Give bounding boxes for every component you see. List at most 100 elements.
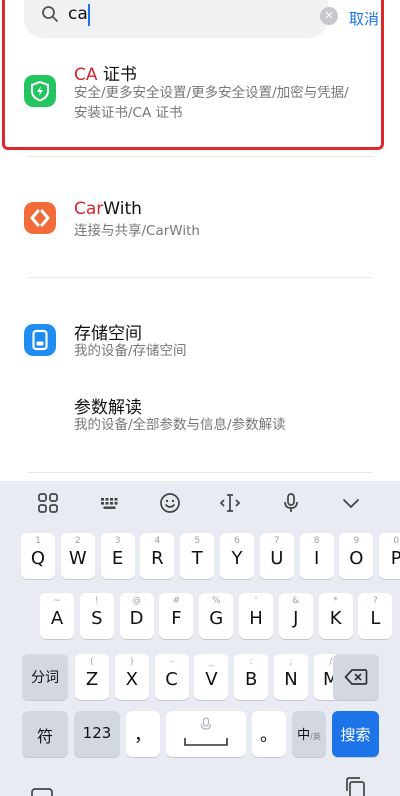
result-path: 我的设备/全部参数与信息/参数解读 <box>74 417 286 433</box>
key-t[interactable]: 5T <box>180 533 215 579</box>
key-label: K <box>329 608 342 629</box>
backspace-icon <box>344 669 368 685</box>
result-item-carwith[interactable]: CarWith 连接与共享/CarWith <box>0 196 400 246</box>
number-key[interactable]: 123 <box>74 711 120 757</box>
shield-bolt-icon <box>24 75 56 107</box>
key-y[interactable]: 6Y <box>220 533 254 579</box>
result-path: 连接与共享/CarWith <box>74 223 200 239</box>
key-hint: 9 <box>353 536 360 546</box>
key-hint: % <box>211 596 221 606</box>
key-w[interactable]: 2W <box>60 533 95 579</box>
key-r[interactable]: 4R <box>140 533 175 579</box>
key-hint: & <box>292 596 300 606</box>
key-z[interactable]: (Z <box>75 654 109 700</box>
key-label: G <box>209 608 224 629</box>
key-label: W <box>68 548 87 569</box>
key-c[interactable]: -C <box>154 654 189 700</box>
key-o[interactable]: 9O <box>339 533 374 579</box>
key-hint: 5 <box>194 536 201 546</box>
key-s[interactable]: ! S <box>79 593 114 639</box>
language-switch-key[interactable]: 中/英 <box>292 711 326 757</box>
backspace-key[interactable] <box>333 654 379 700</box>
key-hint: * <box>333 596 338 606</box>
key-label: Z <box>85 669 99 690</box>
divider <box>28 156 372 157</box>
storage-icon <box>24 324 56 356</box>
key-u[interactable]: 7U <box>259 533 294 579</box>
key-hint: ? <box>373 596 378 606</box>
key-hint: 4 <box>154 536 161 546</box>
result-title: CA 证书 <box>74 65 137 85</box>
key-hint: # <box>172 596 181 606</box>
grid-icon[interactable] <box>36 491 60 515</box>
key-hint: 8 <box>313 536 320 546</box>
key-hint: : <box>249 657 253 667</box>
key-h[interactable]: ' H <box>239 593 273 639</box>
key-x[interactable]: ) X <box>114 654 149 700</box>
key-a[interactable]: ~ A <box>40 593 74 639</box>
key-d[interactable]: @ D <box>119 593 154 639</box>
divider <box>28 472 372 473</box>
space-key[interactable] <box>166 711 246 757</box>
key-f[interactable]: # F <box>159 593 194 639</box>
key-k[interactable]: * K <box>318 593 353 639</box>
comma-key[interactable]: ， <box>126 711 160 757</box>
keyboard-icon[interactable] <box>98 491 122 515</box>
key-hint: ( <box>90 657 94 667</box>
emoji-icon[interactable] <box>158 491 182 515</box>
key-hint: 7 <box>273 536 280 546</box>
microphone-icon <box>200 717 212 730</box>
key-label: E <box>111 548 124 569</box>
key-hint: ' <box>254 596 258 606</box>
handle-icon <box>31 788 53 796</box>
result-path: 我的设备/存储空间 <box>74 343 187 359</box>
result-item-storage[interactable]: 存储空间 我的设备/存储空间 <box>0 316 400 366</box>
key-label: O <box>349 548 364 569</box>
key-j[interactable]: & J <box>278 593 313 639</box>
key-label: C <box>165 669 178 690</box>
key-hint: ! <box>94 596 99 606</box>
key-label: X <box>125 669 138 690</box>
symbol-key[interactable]: 符 <box>22 711 68 757</box>
key-hint: @ <box>132 596 142 606</box>
key-i[interactable]: 8I <box>299 533 334 579</box>
key-label: R <box>151 548 164 569</box>
result-title: CarWith <box>74 199 142 219</box>
key-label: V <box>205 669 218 690</box>
key-label: L <box>370 608 381 629</box>
key-label: Y <box>231 548 243 569</box>
key-label: H <box>249 608 263 629</box>
key-label: T <box>191 548 203 569</box>
key-label: I <box>313 548 320 569</box>
key-hint: _ <box>209 657 214 667</box>
key-l[interactable]: ? L <box>358 593 393 639</box>
soft-keyboard: 1Q2W3E4R5T6Y7U8I9O0P ~ A! S @ D # F% G ' H & J * K? L … <box>0 481 400 796</box>
key-e[interactable]: 3E <box>100 533 135 579</box>
divider <box>28 277 372 278</box>
result-item-ca-cert[interactable]: CA 证书 安全/更多安全设置/更多安全设置/加密与凭据/ 安装证书/CA 证书 <box>0 58 400 138</box>
key-hint: 2 <box>74 536 81 546</box>
key-p[interactable]: 0P <box>379 533 400 579</box>
segment-key[interactable]: 分词 <box>22 654 68 700</box>
key-label: P <box>390 548 400 569</box>
key-b[interactable]: :B <box>234 654 269 700</box>
key-hint: 3 <box>114 536 121 546</box>
key-hint: - <box>169 657 174 667</box>
key-v[interactable]: _ V <box>194 654 229 700</box>
key-q[interactable]: 1Q <box>21 533 55 579</box>
key-label: S <box>91 608 103 629</box>
copy-icon[interactable] <box>344 777 368 796</box>
result-path: 安全/更多安全设置/更多安全设置/加密与凭据/ 安装证书/CA 证书 <box>74 85 349 121</box>
collapse-icon[interactable] <box>339 491 363 515</box>
period-key[interactable]: 。 <box>252 711 286 757</box>
key-hint: 1 <box>35 536 41 546</box>
result-item-spec-guide[interactable]: 参数解读 我的设备/全部参数与信息/参数解读 <box>0 390 400 440</box>
key-hint: ) <box>130 657 134 667</box>
key-n[interactable]: ; N <box>274 654 308 700</box>
key-label: B <box>245 669 258 690</box>
key-g[interactable]: % G <box>199 593 234 639</box>
cursor-icon[interactable] <box>218 491 242 515</box>
search-key[interactable]: 搜索 <box>332 711 379 757</box>
microphone-icon[interactable] <box>279 491 303 515</box>
key-label: F <box>171 608 182 629</box>
